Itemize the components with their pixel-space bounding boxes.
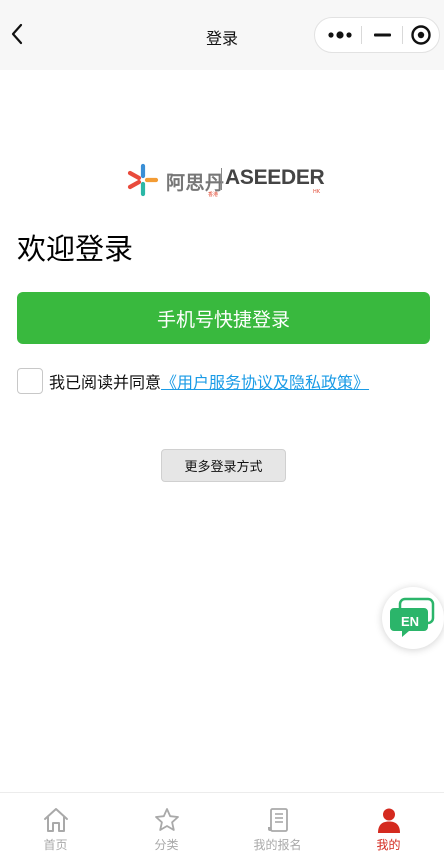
agreement-row: 我已阅读并同意 《用户服务协议及隐私政策》 xyxy=(17,367,369,395)
agreement-checkbox[interactable] xyxy=(17,368,43,394)
user-icon xyxy=(377,808,400,833)
translate-chat-icon: EN xyxy=(390,597,435,637)
tab-mine[interactable]: 我的 xyxy=(333,793,444,857)
tab-label: 我的报名 xyxy=(253,838,302,852)
tab-label: 我的 xyxy=(376,838,401,852)
agreement-link[interactable]: 《用户服务协议及隐私政策》 xyxy=(161,369,369,393)
top-navbar: 登录 xyxy=(0,0,444,70)
miniprogram-capsule xyxy=(314,17,440,53)
document-icon xyxy=(267,808,288,832)
aseeder-logo-icon xyxy=(127,163,159,197)
bottom-tab-bar: 首页 分类 我的报名 我的 xyxy=(0,792,444,857)
fab-label: EN xyxy=(401,614,419,629)
home-icon xyxy=(43,808,68,832)
tab-home[interactable]: 首页 xyxy=(0,793,111,857)
brand-logo: 阿思丹 香港 ASEEDER HK xyxy=(124,160,325,200)
agreement-text: 我已阅读并同意 xyxy=(49,373,162,392)
target-close-icon xyxy=(411,25,431,45)
logo-divider xyxy=(221,168,222,190)
more-dots-icon xyxy=(328,31,352,39)
minimize-button[interactable] xyxy=(363,18,401,52)
logo-english-name: ASEEDER xyxy=(225,166,325,189)
tab-category[interactable]: 分类 xyxy=(111,793,222,857)
capsule-divider xyxy=(361,26,362,44)
close-button[interactable] xyxy=(403,18,439,52)
more-login-options-button[interactable]: 更多登录方式 xyxy=(161,449,286,482)
phone-login-button[interactable]: 手机号快捷登录 xyxy=(17,292,430,344)
minimize-icon xyxy=(374,33,391,37)
star-icon xyxy=(154,808,179,831)
tab-label: 分类 xyxy=(154,838,179,852)
logo-chinese-sub: 香港 xyxy=(208,192,219,198)
tab-my-registrations[interactable]: 我的报名 xyxy=(222,793,333,857)
language-switch-button[interactable]: EN xyxy=(382,587,444,649)
welcome-heading: 欢迎登录 xyxy=(17,232,134,266)
logo-english-sub: HK xyxy=(313,189,321,195)
more-button[interactable] xyxy=(315,18,363,52)
tab-label: 首页 xyxy=(43,838,68,852)
